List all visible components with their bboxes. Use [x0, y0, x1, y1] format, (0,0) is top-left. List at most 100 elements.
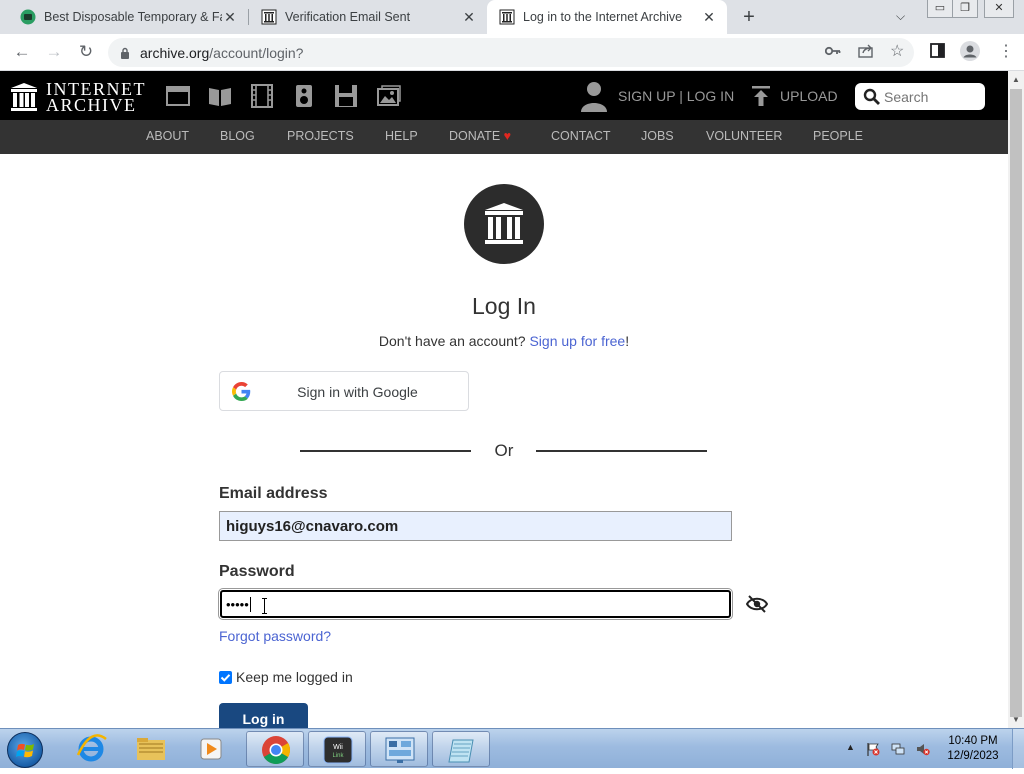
restore-button[interactable]: ❐	[952, 0, 978, 18]
upload-arrow-icon[interactable]	[750, 85, 772, 107]
checkmark-icon	[220, 673, 231, 682]
media-player-icon	[200, 738, 222, 760]
show-password-eye-icon[interactable]	[746, 595, 768, 613]
taskbar-chrome[interactable]	[246, 731, 304, 767]
text-caret	[249, 596, 251, 612]
page-scrollbar[interactable]: ▲ ▼	[1008, 71, 1024, 728]
keep-logged-in-checkbox[interactable]	[219, 670, 232, 684]
address-bar[interactable]: archive.org/account/login?	[108, 38, 914, 67]
profile-avatar-icon[interactable]	[960, 41, 980, 64]
ia-nav-bar: ABOUT BLOG PROJECTS HELP DONATE ♥ CONTAC…	[0, 120, 1008, 154]
clock-date: 12/9/2023	[947, 750, 999, 762]
taskbar-notepad[interactable]	[432, 731, 490, 767]
nav-donate[interactable]: DONATE ♥	[449, 129, 511, 143]
tab-close-icon[interactable]: ✕	[222, 9, 238, 26]
browser-tab-strip: Best Disposable Temporary & Fa ✕ Verific…	[0, 0, 1024, 34]
keep-logged-in-label: Keep me logged in	[236, 669, 353, 685]
ia-logo[interactable]: INTERNET ARCHIVE	[10, 79, 146, 115]
browser-tab-verification[interactable]: Verification Email Sent ✕	[249, 0, 487, 34]
nav-jobs[interactable]: JOBS	[641, 129, 674, 143]
close-window-button[interactable]: ✕	[984, 0, 1014, 18]
signup-login-link[interactable]: SIGN UP | LOG IN	[618, 88, 734, 104]
signup-free-link[interactable]: Sign up for free	[529, 333, 625, 349]
volume-muted-icon[interactable]	[916, 742, 930, 756]
password-label: Password	[219, 563, 295, 580]
search-input[interactable]	[884, 88, 980, 105]
browser-tab-login[interactable]: Log in to the Internet Archive ✕	[487, 0, 727, 34]
back-arrow-icon[interactable]: ←	[11, 42, 33, 62]
audio-speaker-icon[interactable]	[291, 84, 317, 108]
lock-icon	[121, 47, 129, 59]
tab-close-icon[interactable]: ✕	[701, 9, 717, 26]
password-mask: •••••	[226, 596, 249, 612]
nav-people[interactable]: PEOPLE	[813, 129, 863, 143]
user-avatar-icon[interactable]	[580, 80, 608, 112]
network-icon[interactable]	[891, 742, 905, 756]
upload-link[interactable]: UPLOAD	[780, 88, 838, 104]
clock-time: 10:40 PM	[948, 735, 998, 747]
archive-logo-circle	[464, 184, 544, 264]
system-clock[interactable]: 10:40 PM 12/9/2023	[940, 734, 1006, 764]
scroll-down-arrow-icon[interactable]: ▼	[1012, 715, 1020, 724]
nav-blog[interactable]: BLOG	[220, 129, 255, 143]
nav-projects[interactable]: PROJECTS	[287, 129, 354, 143]
email-field[interactable]: higuys16@cnavaro.com	[219, 511, 732, 541]
taskbar-internet-explorer[interactable]	[62, 731, 120, 767]
no-account-text: Don't have an account? Sign up for free!	[378, 333, 630, 349]
keep-logged-in-row: Keep me logged in	[219, 669, 353, 685]
divider-left	[300, 450, 471, 452]
taskbar-media-player[interactable]	[182, 731, 240, 767]
nav-volunteer[interactable]: VOLUNTEER	[706, 129, 782, 143]
scroll-thumb[interactable]	[1010, 89, 1022, 717]
nav-about[interactable]: ABOUT	[146, 129, 189, 143]
archive-building-logo-icon	[11, 83, 37, 111]
control-panel-icon	[385, 737, 415, 763]
google-signin-button[interactable]: Sign in with Google	[219, 371, 469, 411]
or-divider-text: Or	[494, 441, 514, 460]
page-title: Log In	[472, 293, 536, 319]
start-button[interactable]	[7, 732, 43, 768]
books-icon[interactable]	[207, 84, 233, 108]
minimize-button[interactable]: ▭	[927, 0, 953, 18]
password-field[interactable]: •••••	[218, 588, 733, 620]
forgot-password-link[interactable]: Forgot password?	[219, 628, 331, 644]
browser-toolbar: ← → ↻ archive.org/account/login? ☆ ⋮	[0, 34, 1024, 71]
notepad-icon	[448, 739, 474, 763]
forward-arrow-icon[interactable]: →	[43, 42, 65, 62]
windows-logo-icon	[16, 743, 34, 758]
tab-close-icon[interactable]: ✕	[461, 9, 477, 26]
side-panel-icon[interactable]	[930, 43, 945, 61]
images-icon[interactable]	[375, 84, 401, 108]
browser-menu-icon[interactable]: ⋮	[998, 41, 1014, 61]
scroll-up-arrow-icon[interactable]: ▲	[1012, 75, 1020, 84]
google-button-label: Sign in with Google	[297, 384, 418, 400]
taskbar-control-panel[interactable]	[370, 731, 428, 767]
web-archive-icon[interactable]	[165, 84, 191, 108]
new-tab-plus-icon[interactable]: +	[738, 6, 760, 29]
temp-mail-favicon-icon	[20, 9, 36, 25]
archive-favicon-icon	[261, 9, 277, 25]
ia-search-box[interactable]	[855, 83, 985, 110]
taskbar-file-explorer[interactable]	[122, 731, 180, 767]
browser-tab-temp-mail[interactable]: Best Disposable Temporary & Fa ✕	[8, 0, 248, 34]
wiilink-app-icon: Wii Link	[323, 736, 353, 764]
nav-help[interactable]: HELP	[385, 129, 418, 143]
share-icon[interactable]	[858, 43, 874, 61]
taskbar-wiilink[interactable]: Wii Link	[308, 731, 366, 767]
tray-expand-arrow-icon[interactable]: ▲	[846, 742, 855, 752]
svg-text:Link: Link	[332, 753, 344, 759]
software-floppy-icon[interactable]	[333, 84, 359, 108]
bookmark-star-icon[interactable]: ☆	[890, 41, 904, 61]
key-icon[interactable]	[824, 44, 841, 60]
tab-title: Verification Email Sent	[285, 10, 411, 24]
url-text: archive.org/account/login?	[140, 44, 304, 61]
tab-search-chevron-icon[interactable]: ⌵	[896, 9, 905, 24]
show-desktop-button[interactable]	[1012, 729, 1024, 769]
ia-logo-text: INTERNET ARCHIVE	[46, 79, 146, 115]
archive-building-icon	[485, 203, 523, 244]
nav-contact[interactable]: CONTACT	[551, 129, 611, 143]
svg-text:Wii: Wii	[333, 744, 343, 751]
video-film-icon[interactable]	[249, 84, 275, 108]
reload-icon[interactable]: ↻	[75, 42, 97, 62]
action-center-flag-icon[interactable]	[866, 742, 880, 756]
